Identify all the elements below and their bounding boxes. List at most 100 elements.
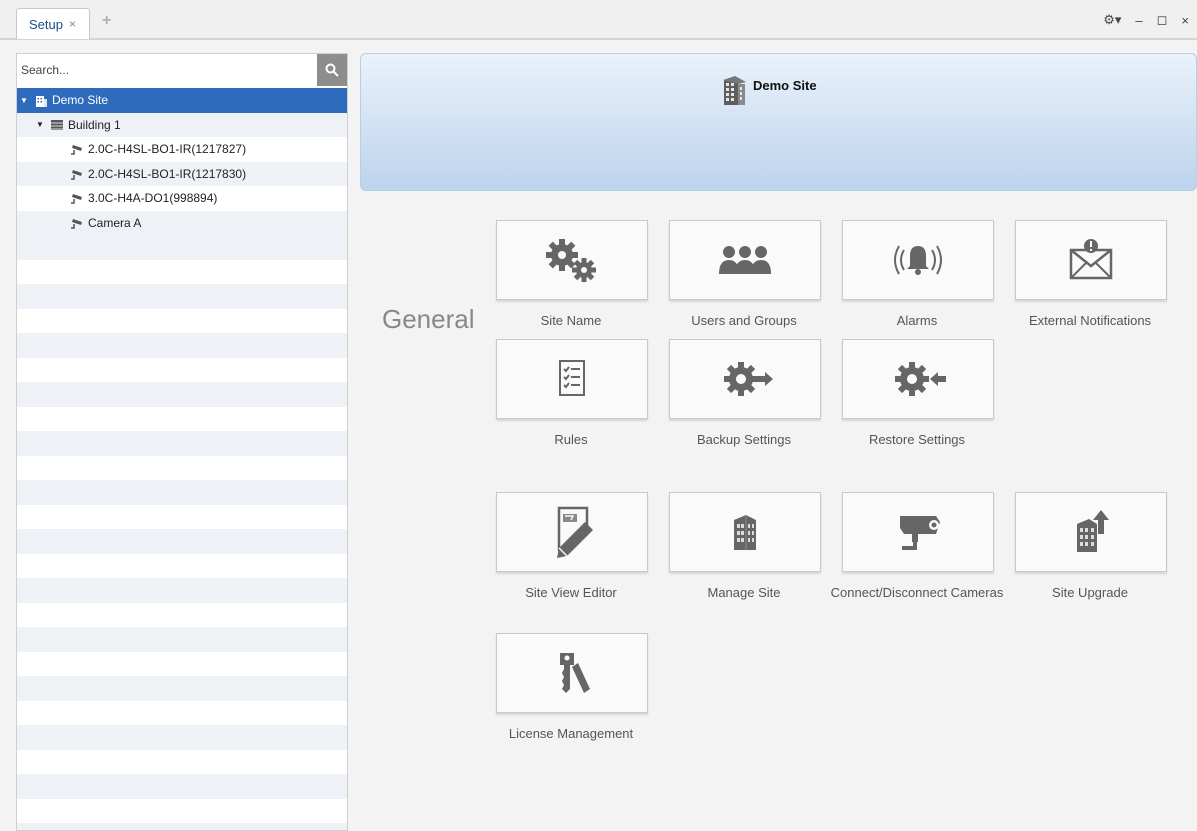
empty-tree-row — [17, 554, 347, 579]
banner-title-text: Demo Site — [753, 78, 817, 93]
building-icon — [33, 93, 49, 107]
site-upgrade-button[interactable] — [1015, 492, 1167, 572]
tree-item-label: 2.0C-H4SL-BO1-IR(1217827) — [88, 142, 247, 157]
search-icon — [325, 63, 339, 77]
site-header-banner: Demo Site — [360, 53, 1197, 191]
section-label-general: General — [382, 304, 475, 334]
tile-label: Connect/Disconnect Cameras — [830, 585, 1004, 600]
building-floors-icon — [49, 118, 65, 132]
site-name-button[interactable] — [496, 220, 648, 300]
external-notifications-button[interactable] — [1015, 220, 1167, 300]
empty-tree-row — [17, 603, 347, 628]
empty-tree-rows — [17, 235, 347, 830]
top-bar: Setup × + ⚙▾ – ◻ × — [0, 0, 1197, 40]
alarms-button[interactable] — [842, 220, 994, 300]
backup-settings-button[interactable] — [669, 339, 821, 419]
settings-menu-icon[interactable]: ⚙▾ — [1103, 12, 1121, 28]
empty-tree-row — [17, 235, 347, 260]
map-pencil-icon — [557, 506, 593, 558]
expand-caret-icon[interactable]: ▼ — [35, 120, 45, 129]
gear-export-icon — [724, 362, 773, 396]
manage-site-button[interactable] — [669, 492, 821, 572]
empty-tree-row — [17, 382, 347, 407]
rules-button[interactable] — [496, 339, 648, 419]
site-view-editor-button[interactable] — [496, 492, 648, 572]
camera-icon — [69, 191, 85, 205]
tile-label: Site Upgrade — [1052, 585, 1128, 600]
tab-setup-label: Setup — [29, 16, 63, 32]
tree-item-building-1[interactable]: ▼ Building 1 — [17, 112, 347, 137]
tile-label: Site Name — [540, 313, 602, 328]
close-window-icon[interactable]: × — [1181, 13, 1189, 28]
tab-close-icon[interactable]: × — [69, 17, 76, 31]
empty-tree-row — [17, 309, 347, 334]
gears-icon — [546, 239, 596, 282]
empty-tree-row — [17, 456, 347, 481]
empty-tree-row — [17, 750, 347, 775]
security-camera-icon — [900, 516, 940, 550]
tile-label: Backup Settings — [697, 432, 791, 447]
empty-tree-row — [17, 676, 347, 701]
envelope-icon — [1069, 239, 1113, 280]
search-button[interactable] — [317, 54, 347, 86]
connect-disconnect-cameras-button[interactable] — [842, 492, 994, 572]
tree-item-label: 2.0C-H4SL-BO1-IR(1217830) — [88, 166, 247, 181]
tree-item-camera[interactable]: Camera A — [17, 210, 347, 235]
minimize-icon[interactable]: – — [1135, 13, 1142, 28]
users-and-groups-button[interactable] — [669, 220, 821, 300]
gear-import-icon — [895, 362, 946, 396]
empty-tree-row — [17, 701, 347, 726]
empty-tree-row — [17, 627, 347, 652]
search-bar — [17, 54, 347, 86]
tile-label: External Notifications — [1028, 313, 1152, 328]
empty-tree-row — [17, 431, 347, 456]
search-input[interactable] — [17, 54, 317, 86]
tree-item-label: Demo Site — [52, 93, 109, 108]
alarm-bell-icon — [894, 245, 942, 275]
building-icon — [721, 74, 747, 109]
window-controls: ⚙▾ – ◻ × — [1103, 12, 1189, 28]
restore-settings-button[interactable] — [842, 339, 994, 419]
building-icon — [734, 515, 756, 550]
empty-tree-row — [17, 505, 347, 530]
empty-tree-row — [17, 823, 347, 830]
tile-label: Alarms — [896, 313, 938, 328]
maximize-icon[interactable]: ◻ — [1157, 12, 1168, 28]
empty-tree-row — [17, 333, 347, 358]
checklist-icon — [559, 360, 585, 396]
expand-caret-icon[interactable]: ▼ — [19, 96, 29, 105]
empty-tree-row — [17, 284, 347, 309]
tile-label: Site View Editor — [525, 585, 617, 600]
empty-tree-row — [17, 774, 347, 799]
users-icon — [719, 246, 771, 274]
tree-item-label: Camera A — [88, 215, 142, 230]
tree-item-camera[interactable]: 2.0C-H4SL-BO1-IR(1217827) — [17, 137, 347, 162]
add-tab-icon[interactable]: + — [102, 12, 111, 30]
site-tree: ▼ Demo Site ▼ Building 1 2.0C-H4SL-BO1-I… — [17, 88, 347, 235]
camera-icon — [69, 142, 85, 156]
tree-item-camera[interactable]: 2.0C-H4SL-BO1-IR(1217830) — [17, 161, 347, 186]
tile-label: Users and Groups — [691, 313, 797, 328]
empty-tree-row — [17, 529, 347, 554]
camera-icon — [69, 167, 85, 181]
empty-tree-row — [17, 578, 347, 603]
tree-item-label: 3.0C-H4A-DO1(998894) — [88, 191, 218, 206]
camera-icon — [69, 216, 85, 230]
empty-tree-row — [17, 407, 347, 432]
empty-tree-row — [17, 725, 347, 750]
site-tree-panel: ▼ Demo Site ▼ Building 1 2.0C-H4SL-BO1-I… — [16, 53, 348, 831]
tree-item-label: Building 1 — [68, 117, 121, 132]
building-upgrade-icon — [1077, 510, 1109, 552]
keys-icon — [560, 653, 590, 693]
empty-tree-row — [17, 652, 347, 677]
empty-tree-row — [17, 260, 347, 285]
tab-setup[interactable]: Setup × — [16, 8, 90, 39]
tree-item-camera[interactable]: 3.0C-H4A-DO1(998894) — [17, 186, 347, 211]
tile-label: Manage Site — [707, 585, 781, 600]
tree-item-demo-site[interactable]: ▼ Demo Site — [17, 88, 347, 113]
banner-title: Demo Site — [721, 74, 817, 109]
tile-label: Restore Settings — [868, 432, 966, 447]
license-management-button[interactable] — [496, 633, 648, 713]
tile-label: License Management — [508, 726, 634, 741]
empty-tree-row — [17, 799, 347, 824]
